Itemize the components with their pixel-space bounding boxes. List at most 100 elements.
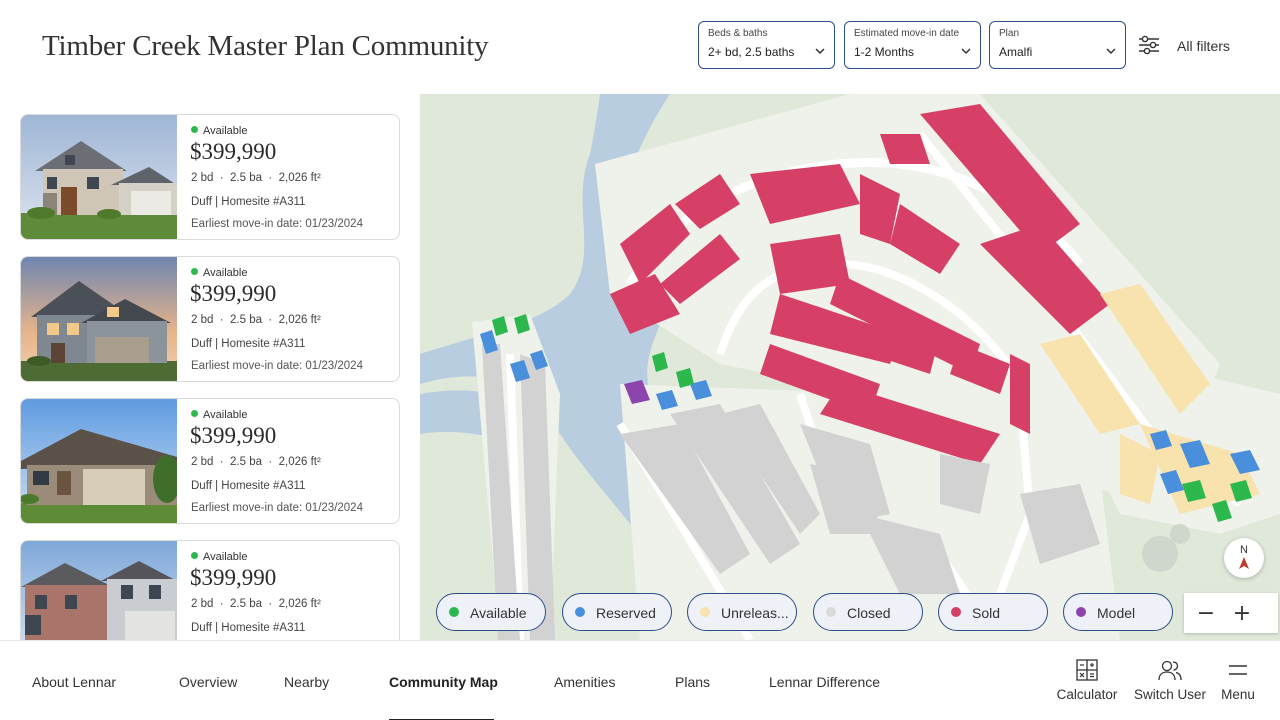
legend-available[interactable]: Available	[436, 593, 546, 631]
filter-value: 2+ bd, 2.5 baths	[708, 45, 795, 59]
switch-user-button[interactable]: Switch User	[1132, 659, 1208, 702]
legend-label: Reserved	[596, 605, 656, 621]
chevron-down-icon	[1106, 48, 1116, 55]
listing-specs: 2 bd · 2.5 ba · 2,026 ft²	[191, 456, 321, 468]
legend-label: Available	[470, 605, 527, 621]
nav-about-lennar[interactable]: About Lennar	[32, 674, 116, 690]
site-plan	[420, 94, 1280, 640]
filter-label: Estimated move-in date	[854, 28, 960, 39]
sqft: 2,026 ft²	[278, 314, 321, 326]
listing-move-in: Earliest move-in date: 01/23/2024	[191, 218, 363, 230]
legend-label: Model	[1097, 605, 1136, 621]
legend-model[interactable]: Model	[1063, 593, 1173, 631]
status-badge: Available	[191, 125, 247, 137]
listing-price: $399,990	[190, 139, 277, 164]
listing-homesite: Duff | Homesite #A311	[191, 196, 306, 208]
spec-separator: ·	[268, 456, 273, 468]
legend-label: Closed	[847, 605, 891, 621]
calculator-button[interactable]: Calculator	[1055, 659, 1119, 702]
spec-separator: ·	[219, 314, 224, 326]
zoom-in-button[interactable]: +	[1224, 593, 1260, 633]
status-text: Available	[203, 125, 248, 137]
legend-label: Unreleas...	[721, 605, 789, 621]
legend-closed[interactable]: Closed	[813, 593, 923, 631]
reserved-dot-icon	[575, 607, 585, 617]
beds-baths-filter[interactable]: Beds & baths 2+ bd, 2.5 baths	[698, 21, 835, 69]
hamburger-icon	[1229, 665, 1247, 675]
nav-plans[interactable]: Plans	[675, 674, 710, 690]
available-dot-icon	[191, 410, 198, 417]
nav-amenities[interactable]: Amenities	[554, 674, 615, 690]
tool-label: Calculator	[1056, 687, 1118, 702]
community-map[interactable]: N Available Reserved Unreleas... Closed …	[420, 94, 1280, 640]
listing-homesite: Duff | Homesite #A311	[191, 338, 306, 350]
sliders-icon[interactable]	[1138, 34, 1160, 56]
chevron-down-icon	[961, 48, 971, 55]
beds: 2 bd	[191, 172, 214, 184]
page-title: Timber Creek Master Plan Community	[42, 30, 489, 62]
listing-specs: 2 bd · 2.5 ba · 2,026 ft²	[191, 598, 321, 610]
listing-card[interactable]: Available $399,990 2 bd · 2.5 ba · 2,026…	[20, 398, 400, 524]
status-text: Available	[203, 551, 248, 563]
spec-separator: ·	[219, 598, 224, 610]
chevron-down-icon	[815, 48, 825, 55]
home-photo	[21, 541, 177, 640]
zoom-out-button[interactable]: −	[1188, 593, 1224, 633]
baths: 2.5 ba	[230, 172, 262, 184]
model-dot-icon	[1076, 607, 1086, 617]
calculator-icon	[1076, 659, 1098, 681]
tool-label: Menu	[1221, 687, 1255, 702]
sqft: 2,026 ft²	[278, 598, 321, 610]
menu-button[interactable]: Menu	[1218, 659, 1258, 702]
nav-nearby[interactable]: Nearby	[284, 674, 329, 690]
listing-price: $399,990	[190, 423, 277, 448]
users-icon	[1158, 660, 1182, 681]
baths: 2.5 ba	[230, 598, 262, 610]
listing-homesite: Duff | Homesite #A311	[191, 622, 306, 634]
spec-separator: ·	[268, 598, 273, 610]
listing-card[interactable]: Available $399,990 2 bd · 2.5 ba · 2,026…	[20, 540, 400, 640]
legend-unreleased[interactable]: Unreleas...	[687, 593, 797, 631]
status-badge: Available	[191, 267, 247, 279]
beds: 2 bd	[191, 314, 214, 326]
unreleased-dot-icon	[700, 607, 710, 617]
home-photo	[21, 399, 177, 523]
status-text: Available	[203, 409, 248, 421]
listing-homesite: Duff | Homesite #A311	[191, 480, 306, 492]
baths: 2.5 ba	[230, 314, 262, 326]
beds: 2 bd	[191, 456, 214, 468]
listing-specs: 2 bd · 2.5 ba · 2,026 ft²	[191, 172, 321, 184]
available-dot-icon	[449, 607, 459, 617]
listing-card[interactable]: Available $399,990 2 bd · 2.5 ba · 2,026…	[20, 114, 400, 240]
compass-button[interactable]: N	[1224, 538, 1264, 578]
listing-price: $399,990	[190, 281, 277, 306]
listing-price: $399,990	[190, 565, 277, 590]
plan-filter[interactable]: Plan Amalfi	[989, 21, 1126, 69]
closed-dot-icon	[826, 607, 836, 617]
beds: 2 bd	[191, 598, 214, 610]
legend-sold[interactable]: Sold	[938, 593, 1048, 631]
spec-separator: ·	[268, 314, 273, 326]
status-badge: Available	[191, 551, 247, 563]
all-filters-button[interactable]: All filters	[1177, 38, 1230, 54]
listing-card[interactable]: Available $399,990 2 bd · 2.5 ba · 2,026…	[20, 256, 400, 382]
filter-value: 1-2 Months	[854, 45, 915, 59]
home-photo	[21, 257, 177, 381]
listing-move-in: Earliest move-in date: 01/23/2024	[191, 360, 363, 372]
header: Timber Creek Master Plan Community Beds …	[0, 0, 1280, 94]
nav-lennar-difference[interactable]: Lennar Difference	[769, 674, 880, 690]
nav-community-map[interactable]: Community Map	[389, 674, 498, 690]
north-arrow-icon	[1239, 557, 1249, 569]
filter-value: Amalfi	[999, 45, 1033, 59]
filter-label: Plan	[999, 28, 1020, 39]
compass-label: N	[1240, 544, 1248, 556]
listing-panel: Available $399,990 2 bd · 2.5 ba · 2,026…	[0, 94, 420, 640]
legend-reserved[interactable]: Reserved	[562, 593, 672, 631]
move-in-date-filter[interactable]: Estimated move-in date 1-2 Months	[844, 21, 981, 69]
zoom-controls: − +	[1184, 593, 1278, 633]
home-photo	[21, 115, 177, 239]
baths: 2.5 ba	[230, 456, 262, 468]
available-dot-icon	[191, 268, 198, 275]
nav-overview[interactable]: Overview	[179, 674, 237, 690]
bottom-nav: About Lennar Overview Nearby Community M…	[0, 640, 1280, 720]
